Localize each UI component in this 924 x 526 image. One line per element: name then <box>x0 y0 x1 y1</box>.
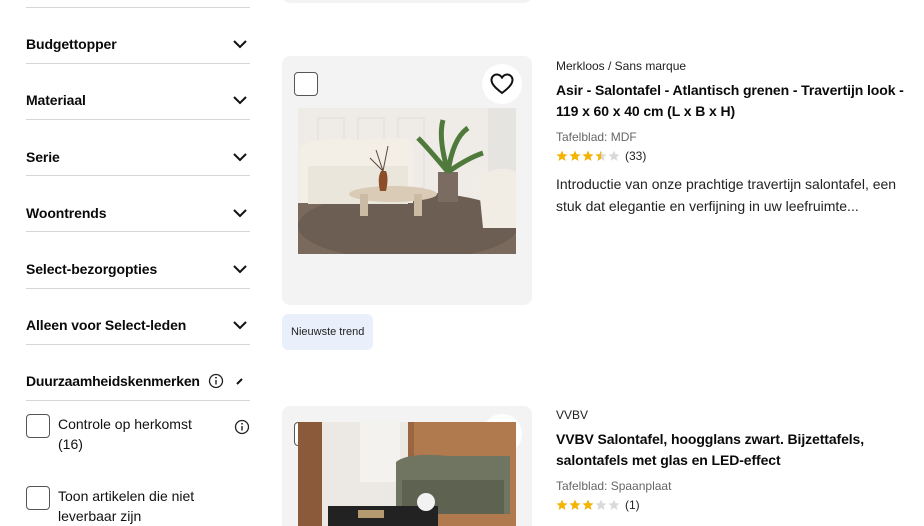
chevron-down-icon <box>232 92 248 108</box>
star-icon <box>595 499 607 510</box>
filter-divider <box>26 344 250 345</box>
product-card-previous <box>282 0 532 3</box>
product-image[interactable] <box>298 108 516 254</box>
product-image[interactable] <box>298 422 516 526</box>
review-count: (1) <box>625 498 640 512</box>
product-card[interactable] <box>282 56 532 305</box>
filter-woontrends[interactable]: Woontrends <box>26 201 250 225</box>
filter-label: Select-bezorgopties <box>26 261 158 277</box>
star-icon <box>608 499 620 510</box>
option-label: Toon artikelen die niet leverbaar zijn <box>58 488 195 524</box>
filter-label: Alleen voor Select-leden <box>26 317 187 333</box>
chevron-down-icon <box>232 317 248 333</box>
product-description: Introductie van onze prachtige travertij… <box>556 176 897 214</box>
chevron-down-icon <box>232 36 248 52</box>
product-info: VVBV VVBV Salontafel, hoogglans zwart. B… <box>556 408 924 512</box>
chevron-up-icon[interactable] <box>236 375 246 387</box>
chevron-down-icon <box>232 261 248 277</box>
star-icon <box>569 499 581 510</box>
checkbox[interactable] <box>26 486 50 510</box>
filter-label: Woontrends <box>26 205 107 221</box>
filter-alleen-select-leden[interactable]: Alleen voor Select-leden <box>26 313 250 337</box>
chevron-down-icon <box>232 205 248 221</box>
chevron-down-icon <box>232 149 248 165</box>
filter-select-bezorgopties[interactable]: Select-bezorgopties <box>26 257 250 281</box>
filter-divider <box>26 63 250 64</box>
compare-checkbox[interactable] <box>294 72 318 96</box>
product-title[interactable]: VVBV Salontafel, hoogglans zwart. Bijzet… <box>556 429 924 471</box>
product-brand[interactable]: Merkloos / Sans marque <box>556 59 924 73</box>
filter-divider <box>26 7 250 8</box>
review-count: (33) <box>625 149 647 163</box>
filter-option-controle-herkomst[interactable]: Controle op herkomst (16) <box>26 414 250 454</box>
product-rating[interactable]: (1) <box>556 498 924 512</box>
rating-stars <box>556 150 621 162</box>
filter-divider <box>26 231 250 232</box>
info-icon[interactable] <box>208 373 224 389</box>
filter-label: Budgettopper <box>26 36 117 52</box>
trend-badge: Nieuwste trend <box>282 314 374 350</box>
rating-stars <box>556 499 621 511</box>
star-icon <box>569 150 581 161</box>
star-icon <box>582 499 594 510</box>
product-spec: Tafelblad: MDF <box>556 130 637 144</box>
product-rating[interactable]: (33) <box>556 149 924 163</box>
filter-divider <box>26 175 250 176</box>
filter-label: Duurzaamheidskenmerken <box>26 373 200 389</box>
heart-icon[interactable] <box>482 64 522 104</box>
filter-label: Materiaal <box>26 92 86 108</box>
filter-divider <box>26 119 250 120</box>
info-icon[interactable] <box>234 419 250 435</box>
product-brand[interactable]: VVBV <box>556 408 924 422</box>
product-spec: Tafelblad: Spaanplaat <box>556 479 672 493</box>
star-icon <box>556 150 568 161</box>
filter-materiaal[interactable]: Materiaal <box>26 88 250 112</box>
checkbox[interactable] <box>26 414 50 438</box>
filter-divider <box>26 288 250 289</box>
product-card[interactable] <box>282 406 532 526</box>
filter-divider <box>26 400 250 401</box>
filter-budgettopper[interactable]: Budgettopper <box>26 32 250 56</box>
option-label: Controle op herkomst (16) <box>58 416 192 452</box>
filter-option-niet-leverbaar[interactable]: Toon artikelen die niet leverbaar zijn <box>26 486 250 526</box>
filter-label: Serie <box>26 149 60 165</box>
star-icon <box>608 150 620 161</box>
filter-serie[interactable]: Serie <box>26 145 250 169</box>
filter-duurzaamheidskenmerken[interactable]: Duurzaamheidskenmerken <box>26 370 250 392</box>
star-icon <box>556 499 568 510</box>
star-icon <box>595 150 607 161</box>
product-title[interactable]: Asir - Salontafel - Atlantisch grenen - … <box>556 80 924 122</box>
product-info: Merkloos / Sans marque Asir - Salontafel… <box>556 59 924 217</box>
star-icon <box>582 150 594 161</box>
